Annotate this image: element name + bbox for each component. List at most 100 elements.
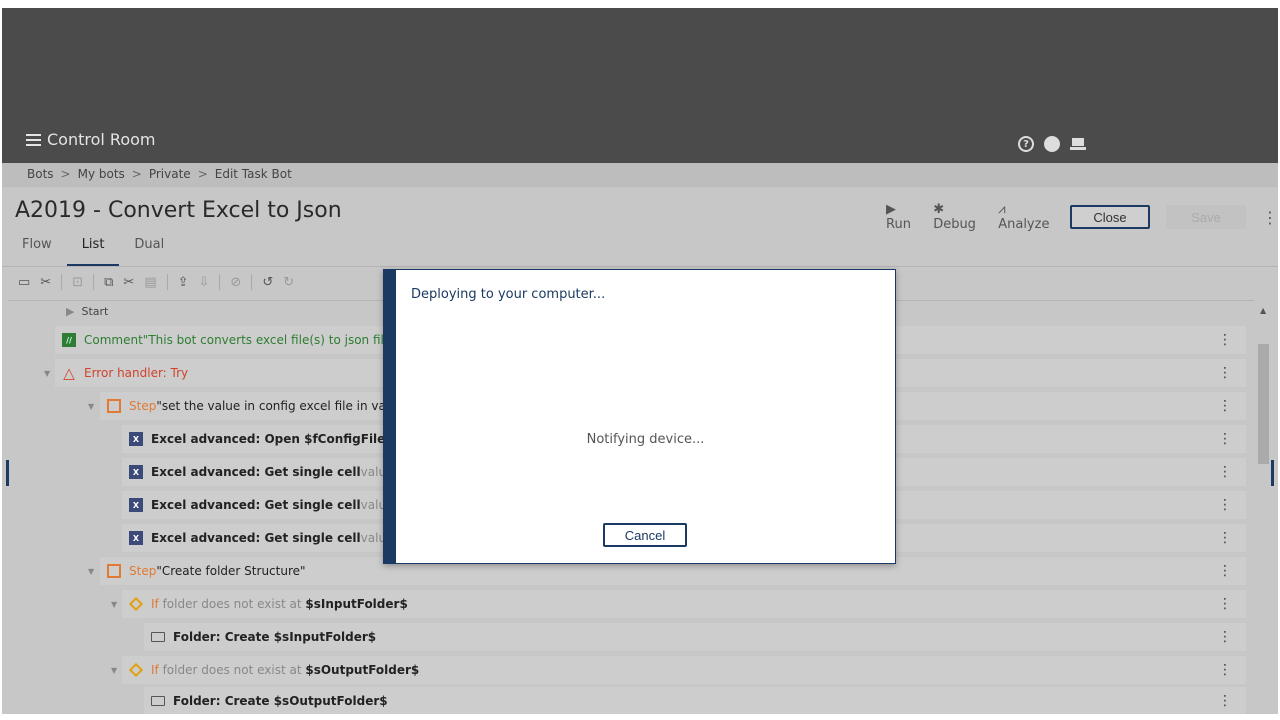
row-menu-icon[interactable]: ⋮ [1218,662,1232,678]
row-menu-icon[interactable]: ⋮ [1218,332,1232,348]
breadcrumb-my-bots[interactable]: My bots [78,167,125,183]
more-options-icon[interactable]: ⋮ [1262,208,1278,227]
disable-icon[interactable]: ⊘ [230,275,241,290]
row-text: "This bot converts excel file(s) to json… [142,333,403,347]
row-text: Excel advanced: Get single cell [151,465,361,479]
row-text: Folder: Create $sInputFolder$ [173,630,377,644]
row-keyword: Step [129,564,157,578]
divider [251,274,253,290]
row-text: Folder: Create $sOutputFolder$ [173,694,388,708]
hamburger-menu-icon[interactable] [26,133,41,146]
row-menu-icon[interactable]: ⋮ [1218,464,1232,480]
analyze-button[interactable]: ⩘ Analyze [998,202,1058,232]
collapse-caret-icon[interactable]: ▼ [88,402,94,411]
row-menu-icon[interactable]: ⋮ [1218,530,1232,546]
collapse-caret-icon[interactable]: ▼ [44,369,50,378]
breadcrumb-edit-task-bot: Edit Task Bot [214,167,292,181]
row-detail: folder does not exist at [158,663,306,677]
expand-icon: ▶ [66,305,78,318]
dialog-title: Deploying to your computer... [411,287,606,302]
globe-icon[interactable] [1044,136,1060,152]
import-icon[interactable]: ⇩ [199,275,210,290]
divider [219,274,221,290]
screen-icon[interactable]: ⊡ [72,275,83,290]
row-menu-icon[interactable]: ⋮ [1218,497,1232,513]
debug-button[interactable]: ✱ Debug [933,202,988,232]
row-variable: $sInputFolder$ [305,597,408,611]
comment-icon: // [62,333,76,347]
folder-icon [151,632,165,642]
folder-icon [151,696,165,706]
start-label: Start [81,305,109,318]
warning-triangle-icon: △ [63,364,75,382]
collapse-caret-icon[interactable]: ▼ [88,567,94,576]
breadcrumb-bots[interactable]: Bots [27,167,54,183]
divider [166,274,168,290]
tab-flow[interactable]: Flow [22,237,52,266]
run-button[interactable]: ▶ Run [886,202,923,232]
dialog-message: Notifying device... [586,432,705,447]
step-icon [107,564,121,578]
top-bar: Control Room ? [2,8,1278,163]
collapse-caret-icon[interactable]: ▼ [111,600,117,609]
row-menu-icon[interactable]: ⋮ [1218,629,1232,645]
redo-icon[interactable]: ↻ [283,275,294,290]
close-button[interactable]: Close [1069,205,1151,229]
scrollbar-thumb[interactable] [1258,344,1269,464]
row-detail: folder does not exist at [158,597,306,611]
divider [61,274,63,290]
row-menu-icon[interactable]: ⋮ [1218,398,1232,414]
tab-dual[interactable]: Dual [134,237,164,266]
start-node[interactable]: ▶ Start [66,305,108,318]
copy-icon[interactable]: ⧉ [104,275,113,290]
row-menu-icon[interactable]: ⋮ [1218,693,1232,709]
row-menu-icon[interactable]: ⋮ [1218,596,1232,612]
list-item[interactable]: 11 If folder does not exist at $sOutputF… [122,656,1246,684]
row-menu-icon[interactable]: ⋮ [1218,365,1232,381]
drag-marker [6,460,9,486]
row-menu-icon[interactable]: ⋮ [1218,431,1232,447]
excel-icon: X [129,432,143,446]
record-icon[interactable]: ▭ [18,275,30,290]
save-button[interactable]: Save [1166,205,1246,229]
help-icon[interactable]: ? [1018,136,1034,152]
deploying-dialog: Deploying to your computer... Notifying … [383,269,896,564]
row-menu-icon[interactable]: ⋮ [1218,563,1232,579]
tab-list[interactable]: List [66,237,120,266]
undo-icon[interactable]: ↺ [262,275,273,290]
export-icon[interactable]: ⇪ [178,275,189,290]
paste-icon[interactable]: ▤ [144,275,156,290]
vertical-scrollbar[interactable]: ▲ [1257,304,1271,714]
cancel-button[interactable]: Cancel [603,523,687,547]
list-item[interactable]: 9 If folder does not exist at $sInputFol… [122,590,1246,618]
recorder-icon[interactable]: ✂ [40,275,51,290]
list-item[interactable]: 12 Folder: Create $sOutputFolder$ ⋮ [144,687,1246,714]
row-text: Excel advanced: Get single cell [151,498,361,512]
list-item[interactable]: 10 Folder: Create $sInputFolder$ ⋮ [144,623,1246,651]
app-brand[interactable]: Control Room [26,130,155,149]
editor-toolbar: ▭ ✂ ⊡ ⧉ ✂ ▤ ⇪ ⇩ ⊘ ↺ ↻ [18,274,294,290]
if-diamond-icon [128,662,144,678]
row-keyword: Comment [84,333,143,347]
scroll-up-icon[interactable]: ▲ [1260,306,1266,315]
excel-icon: X [129,465,143,479]
breadcrumb-separator: > [131,167,142,181]
row-keyword: Error handler: Try [84,366,189,380]
row-text: Excel advanced: Get single cell [151,531,361,545]
breadcrumb-separator: > [60,167,71,181]
row-keyword: Step [129,399,157,413]
divider [93,274,95,290]
row-text: "Create folder Structure" [156,564,306,578]
page-title: A2019 - Convert Excel to Json [15,198,342,223]
breadcrumb-private[interactable]: Private [149,167,191,183]
divider [2,266,1278,267]
debug-label: Debug [933,217,976,232]
excel-icon: X [129,531,143,545]
collapse-caret-icon[interactable]: ▼ [111,666,117,675]
step-icon [107,399,121,413]
row-keyword: If [151,597,159,611]
laptop-icon[interactable] [1070,138,1086,150]
cut-icon[interactable]: ✂ [123,275,134,290]
analyze-label: Analyze [998,217,1050,232]
app-title: Control Room [47,130,156,149]
